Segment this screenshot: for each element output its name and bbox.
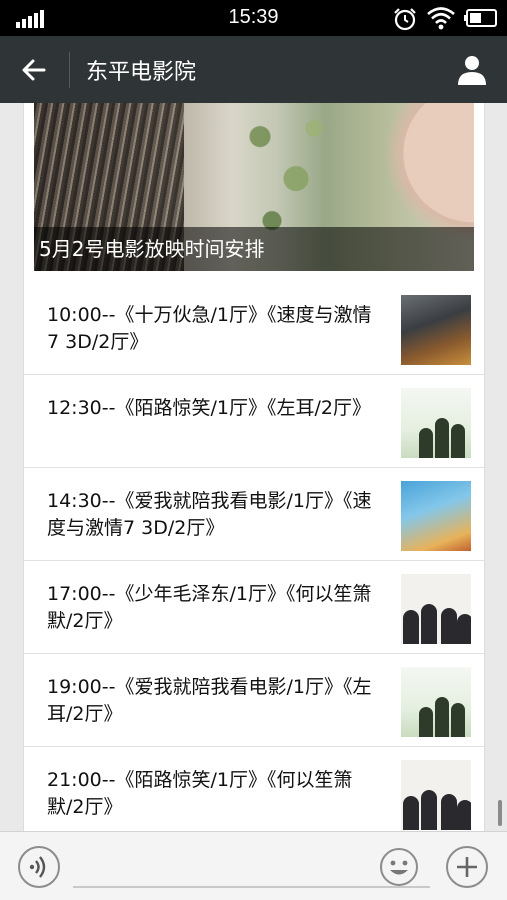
schedule-text: 12:30--《陌路惊笑/1厅》《左耳/2厅》 <box>47 397 371 419</box>
scrollbar[interactable] <box>498 800 502 826</box>
movie-poster-thumbnail <box>401 481 471 551</box>
title-divider <box>69 52 70 88</box>
battery-icon <box>464 9 497 27</box>
alarm-icon <box>394 8 416 31</box>
cover-caption: 5月2号电影放映时间安排 <box>34 227 474 271</box>
schedule-item[interactable]: 19:00--《爱我就陪我看电影/1厅》《左耳/2厅》 <box>24 654 484 747</box>
schedule-text: 21:00--《陌路惊笑/1厅》《何以笙箫默/2厅》 <box>47 769 353 818</box>
schedule-item[interactable]: 12:30--《陌路惊笑/1厅》《左耳/2厅》 <box>24 375 484 468</box>
plus-icon <box>457 857 477 877</box>
message-input[interactable] <box>73 854 430 888</box>
article-card: 5月2号电影放映时间安排 10:00--《十万伙急/1厅》《速度与激情7 3D/… <box>23 103 485 831</box>
schedule-item[interactable]: 10:00--《十万伙急/1厅》《速度与激情7 3D/2厅》 <box>24 282 484 375</box>
schedule-text: 10:00--《十万伙急/1厅》《速度与激情7 3D/2厅》 <box>47 304 372 353</box>
back-arrow-icon[interactable] <box>18 54 50 86</box>
input-bar <box>0 831 507 900</box>
schedule-text: 17:00--《少年毛泽东/1厅》《何以笙箫默/2厅》 <box>47 583 372 632</box>
schedule-text: 19:00--《爱我就陪我看电影/1厅》《左耳/2厅》 <box>47 676 372 725</box>
title-bar: 东平电影院 <box>0 36 507 103</box>
movie-poster-thumbnail <box>401 388 471 458</box>
movie-poster-thumbnail <box>401 760 471 830</box>
schedule-text: 14:30--《爱我就陪我看电影/1厅》《速度与激情7 3D/2厅》 <box>47 490 372 539</box>
schedule-item[interactable]: 21:00--《陌路惊笑/1厅》《何以笙箫默/2厅》 <box>24 747 484 831</box>
status-bar: 15:39 <box>0 0 507 36</box>
person-icon[interactable] <box>455 52 489 86</box>
movie-poster-thumbnail <box>401 295 471 365</box>
movie-poster-thumbnail <box>401 667 471 737</box>
more-button[interactable] <box>446 846 488 888</box>
page-title: 东平电影院 <box>86 60 197 85</box>
smiley-icon[interactable] <box>378 846 420 888</box>
schedule-item[interactable]: 14:30--《爱我就陪我看电影/1厅》《速度与激情7 3D/2厅》 <box>24 468 484 561</box>
voice-button[interactable] <box>18 846 60 888</box>
wifi-icon <box>427 7 455 30</box>
movie-poster-thumbnail <box>401 574 471 644</box>
cover-image[interactable]: 5月2号电影放映时间安排 <box>34 103 474 271</box>
article-content[interactable]: 5月2号电影放映时间安排 10:00--《十万伙急/1厅》《速度与激情7 3D/… <box>0 103 507 831</box>
voice-icon <box>29 856 46 878</box>
schedule-item[interactable]: 17:00--《少年毛泽东/1厅》《何以笙箫默/2厅》 <box>24 561 484 654</box>
